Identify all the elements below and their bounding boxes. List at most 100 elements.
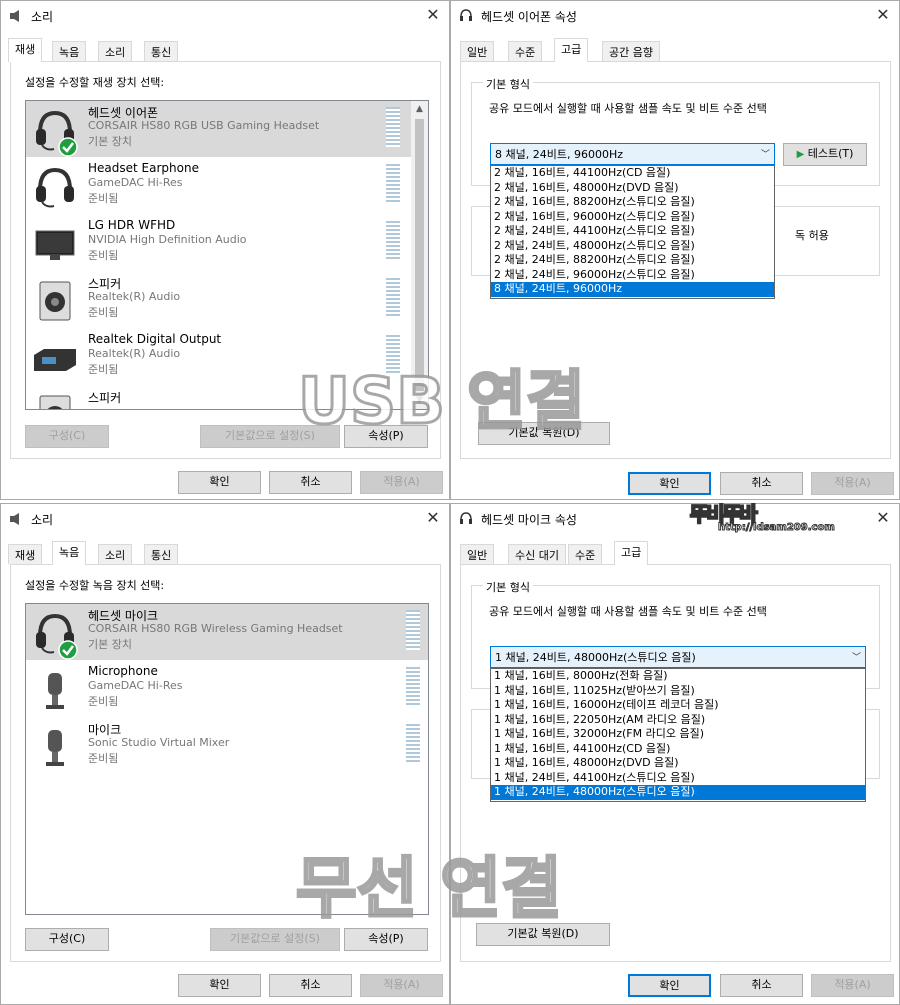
format-description: 공유 모드에서 실행할 때 사용할 샘플 속도 및 비트 수준 선택 bbox=[489, 605, 767, 618]
close-icon[interactable]: ✕ bbox=[423, 5, 443, 25]
apply-button[interactable]: 적용(A) bbox=[811, 472, 894, 495]
device-item[interactable]: 헤드셋 마이크 CORSAIR HS80 RGB Wireless Gaming… bbox=[26, 604, 428, 660]
microphone-icon bbox=[46, 730, 64, 766]
format-select[interactable]: 8 채널, 24비트, 96000Hz ﹀ bbox=[490, 143, 775, 165]
format-option[interactable]: 1 채널, 16비트, 48000Hz(DVD 음질) bbox=[491, 756, 865, 771]
microphone-icon bbox=[46, 673, 64, 709]
device-status: 준비됨 bbox=[88, 192, 119, 205]
test-button[interactable]: ▶ 테스트(T) bbox=[783, 143, 867, 166]
ok-button[interactable]: 확인 bbox=[628, 472, 711, 495]
configure-button[interactable]: 구성(C) bbox=[25, 928, 109, 951]
configure-button[interactable]: 구성(C) bbox=[25, 425, 109, 448]
tab-recording[interactable]: 녹음 bbox=[52, 541, 87, 565]
scrollbar[interactable]: ▲ ▼ bbox=[411, 101, 428, 409]
format-option[interactable]: 1 채널, 16비트, 16000Hz(테이프 레코더 음질) bbox=[491, 698, 865, 713]
tab-sounds[interactable]: 소리 bbox=[98, 544, 133, 564]
format-option[interactable]: 2 채널, 24비트, 44100Hz(스튜디오 음질) bbox=[491, 224, 774, 239]
level-meter bbox=[406, 724, 420, 764]
ok-button[interactable]: 확인 bbox=[178, 471, 261, 494]
device-item[interactable]: Microphone GameDAC Hi-Res 준비됨 bbox=[26, 661, 428, 717]
restore-defaults-button[interactable]: 기본값 복원(D) bbox=[478, 422, 610, 445]
tab-playback[interactable]: 재생 bbox=[8, 544, 43, 564]
device-name: Microphone bbox=[88, 664, 158, 678]
format-option[interactable]: 1 채널, 24비트, 44100Hz(스튜디오 음질) bbox=[491, 771, 865, 786]
device-item[interactable]: 스피커 bbox=[26, 386, 428, 409]
format-option[interactable]: 2 채널, 16비트, 88200Hz(스튜디오 음질) bbox=[491, 195, 774, 210]
tab-recording[interactable]: 녹음 bbox=[52, 41, 87, 61]
tab-communications[interactable]: 통신 bbox=[144, 41, 179, 61]
ok-button[interactable]: 확인 bbox=[628, 974, 711, 997]
close-icon[interactable]: ✕ bbox=[873, 5, 893, 25]
format-option[interactable]: 2 채널, 24비트, 88200Hz(스튜디오 음질) bbox=[491, 253, 774, 268]
format-option[interactable]: 2 채널, 24비트, 48000Hz(스튜디오 음질) bbox=[491, 239, 774, 254]
title-bar: 헤드셋 이어폰 속성 ✕ bbox=[451, 1, 899, 31]
set-default-button[interactable]: 기본값으로 설정(S) bbox=[210, 928, 340, 951]
device-prompt: 설정을 수정할 재생 장치 선택: bbox=[25, 76, 165, 89]
format-option[interactable]: 2 채널, 16비트, 96000Hz(스튜디오 음질) bbox=[491, 210, 774, 225]
apply-button[interactable]: 적용(A) bbox=[811, 974, 894, 997]
format-option[interactable]: 2 채널, 24비트, 96000Hz(스튜디오 음질) bbox=[491, 268, 774, 283]
ok-button[interactable]: 확인 bbox=[178, 974, 261, 997]
cancel-button[interactable]: 취소 bbox=[720, 974, 803, 997]
title-bar: 소리 ✕ bbox=[1, 1, 449, 31]
earphone-properties-dialog: 헤드셋 이어폰 속성 ✕ 일반 수준 고급 공간 음향 기본 형식 공유 모드에… bbox=[450, 0, 900, 500]
properties-button[interactable]: 속성(P) bbox=[344, 425, 428, 448]
tab-listen[interactable]: 수신 대기 bbox=[508, 544, 566, 564]
device-description: CORSAIR HS80 RGB USB Gaming Headset bbox=[88, 119, 320, 132]
restore-defaults-button[interactable]: 기본값 복원(D) bbox=[476, 923, 610, 946]
tab-general[interactable]: 일반 bbox=[460, 41, 495, 61]
default-check-icon bbox=[58, 137, 78, 157]
chevron-down-icon: ﹀ bbox=[760, 150, 770, 160]
format-option[interactable]: 1 채널, 16비트, 8000Hz(전화 음질) bbox=[491, 669, 865, 684]
device-item[interactable]: 헤드셋 이어폰 CORSAIR HS80 RGB USB Gaming Head… bbox=[26, 101, 428, 157]
close-icon[interactable]: ✕ bbox=[873, 508, 893, 528]
sound-dialog-playback: 소리 ✕ 재생 녹음 소리 통신 설정을 수정할 재생 장치 선택: 헤드셋 이… bbox=[0, 0, 450, 500]
properties-button[interactable]: 속성(P) bbox=[344, 928, 428, 951]
level-meter bbox=[386, 164, 400, 204]
format-option[interactable]: 1 채널, 16비트, 44100Hz(CD 음질) bbox=[491, 742, 865, 757]
device-name: Realtek Digital Output bbox=[88, 332, 222, 346]
apply-button[interactable]: 적용(A) bbox=[360, 471, 443, 494]
format-option-selected[interactable]: 8 채널, 24비트, 96000Hz bbox=[491, 282, 774, 297]
close-icon[interactable]: ✕ bbox=[423, 508, 443, 528]
cancel-button[interactable]: 취소 bbox=[720, 472, 803, 495]
digital-output-icon bbox=[34, 349, 76, 371]
device-item[interactable]: Headset Earphone GameDAC Hi-Res 준비됨 bbox=[26, 158, 428, 214]
tab-communications[interactable]: 통신 bbox=[144, 544, 179, 564]
tab-advanced[interactable]: 고급 bbox=[614, 541, 649, 565]
device-status: 기본 장치 bbox=[88, 135, 132, 148]
level-meter bbox=[386, 107, 400, 147]
tab-sounds[interactable]: 소리 bbox=[98, 41, 133, 61]
cancel-button[interactable]: 취소 bbox=[269, 471, 352, 494]
tab-playback[interactable]: 재생 bbox=[8, 38, 43, 62]
format-dropdown-list[interactable]: 2 채널, 16비트, 44100Hz(CD 음질) 2 채널, 16비트, 4… bbox=[490, 165, 775, 299]
recording-device-list[interactable]: 헤드셋 마이크 CORSAIR HS80 RGB Wireless Gaming… bbox=[25, 603, 429, 915]
device-item[interactable]: 스피커 Realtek(R) Audio 준비됨 bbox=[26, 272, 428, 328]
format-option[interactable]: 2 채널, 16비트, 48000Hz(DVD 음질) bbox=[491, 181, 774, 196]
microphone-properties-dialog: 헤드셋 마이크 속성 ✕ 일반 수신 대기 수준 고급 기본 형식 공유 모드에… bbox=[450, 503, 900, 1005]
playback-device-list[interactable]: 헤드셋 이어폰 CORSAIR HS80 RGB USB Gaming Head… bbox=[25, 100, 429, 410]
tab-advanced[interactable]: 고급 bbox=[554, 38, 589, 62]
apply-button[interactable]: 적용(A) bbox=[360, 974, 443, 997]
device-item[interactable]: 마이크 Sonic Studio Virtual Mixer 준비됨 bbox=[26, 718, 428, 774]
format-option[interactable]: 1 채널, 16비트, 32000Hz(FM 라디오 음질) bbox=[491, 727, 865, 742]
format-option[interactable]: 1 채널, 16비트, 22050Hz(AM 라디오 음질) bbox=[491, 713, 865, 728]
tab-spatial-sound[interactable]: 공간 음향 bbox=[602, 41, 660, 61]
tab-levels[interactable]: 수준 bbox=[568, 544, 603, 564]
scroll-up-icon[interactable]: ▲ bbox=[411, 101, 428, 118]
set-default-button[interactable]: 기본값으로 설정(S) bbox=[200, 425, 340, 448]
scroll-down-icon[interactable]: ▼ bbox=[411, 392, 428, 409]
scroll-thumb[interactable] bbox=[415, 119, 424, 391]
tab-levels[interactable]: 수준 bbox=[508, 41, 543, 61]
format-option[interactable]: 1 채널, 16비트, 11025Hz(받아쓰기 음질) bbox=[491, 684, 865, 699]
device-description: GameDAC Hi-Res bbox=[88, 679, 183, 692]
format-dropdown-list[interactable]: 1 채널, 16비트, 8000Hz(전화 음질) 1 채널, 16비트, 11… bbox=[490, 668, 866, 802]
tab-general[interactable]: 일반 bbox=[460, 544, 495, 564]
device-item[interactable]: Realtek Digital Output Realtek(R) Audio … bbox=[26, 329, 428, 385]
format-option-selected[interactable]: 1 채널, 24비트, 48000Hz(스튜디오 음질) bbox=[491, 785, 865, 800]
format-select[interactable]: 1 채널, 24비트, 48000Hz(스튜디오 음질) ﹀ bbox=[490, 646, 866, 668]
device-item[interactable]: LG HDR WFHD NVIDIA High Definition Audio… bbox=[26, 215, 428, 271]
format-option[interactable]: 2 채널, 16비트, 44100Hz(CD 음질) bbox=[491, 166, 774, 181]
device-name: Headset Earphone bbox=[88, 161, 199, 175]
cancel-button[interactable]: 취소 bbox=[269, 974, 352, 997]
